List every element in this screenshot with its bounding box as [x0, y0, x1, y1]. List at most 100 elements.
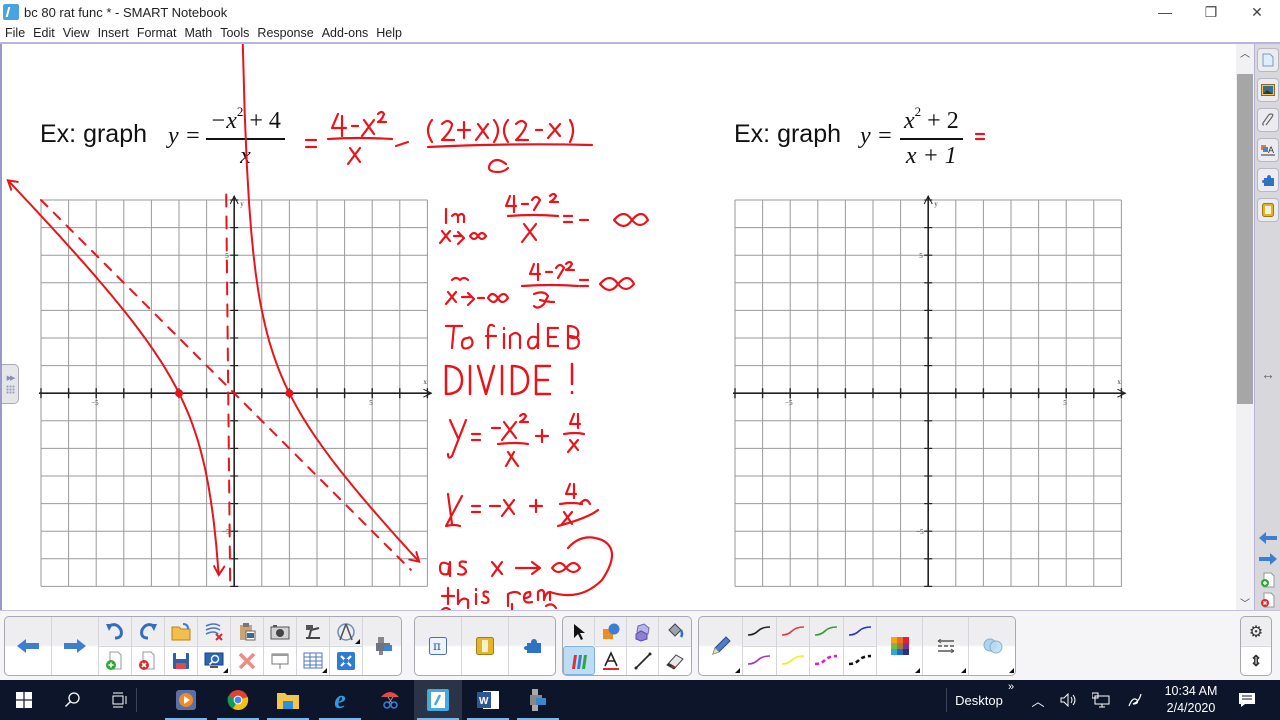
open-file-button[interactable] — [165, 617, 198, 646]
svg-text:π: π — [433, 639, 441, 653]
purple-pen-button[interactable] — [743, 646, 777, 675]
page-sorter-expand-tab[interactable]: ▶▶ — [2, 364, 19, 404]
scroll-down-arrow-icon[interactable]: ﹀ — [1236, 594, 1254, 610]
x-intercept-point — [175, 389, 183, 398]
taskbar-snipping-tool[interactable] — [366, 680, 414, 720]
menu-tools[interactable]: Tools — [217, 26, 254, 40]
desktop-toolbar[interactable]: Desktop — [950, 680, 1008, 720]
system-clock[interactable]: 10:34 AM 2/4/2020 — [1156, 683, 1226, 717]
settings-button[interactable]: ⚙ — [1241, 617, 1271, 646]
move-toolbar-button[interactable]: ⇕ — [1241, 646, 1271, 675]
taskbar-smart-notebook[interactable] — [414, 680, 462, 720]
black-dashed-pen-button[interactable] — [843, 646, 877, 675]
expand-arrows-icon: ▶▶ — [6, 375, 16, 382]
smart-response-button[interactable] — [330, 646, 363, 675]
properties-tab[interactable]: A — [1257, 138, 1279, 162]
color-palette-button[interactable] — [877, 617, 923, 675]
toolbar-overflow-button[interactable]: » — [1004, 680, 1018, 694]
menu-insert[interactable]: Insert — [95, 26, 134, 40]
pen-menu-button[interactable] — [1122, 680, 1148, 720]
save-button[interactable] — [165, 646, 198, 675]
minimize-button[interactable]: — — [1142, 0, 1188, 24]
vertical-scrollbar[interactable]: ︿ ﹀ — [1236, 44, 1254, 610]
task-view-icon — [112, 692, 127, 708]
add-page-button[interactable] — [99, 646, 132, 675]
menu-response[interactable]: Response — [254, 26, 318, 40]
ink-rewrite-step1 — [304, 110, 410, 166]
green-pen-stroke-icon — [815, 625, 838, 636]
eraser-tool-button[interactable] — [659, 646, 691, 675]
previous-page-arrow-icon[interactable] — [1257, 528, 1279, 548]
transparency-button[interactable] — [969, 617, 1016, 675]
table-button[interactable] — [297, 646, 330, 675]
menu-help[interactable]: Help — [373, 26, 407, 40]
screen-capture-button[interactable] — [264, 617, 297, 646]
taskbar-word[interactable]: W — [464, 680, 512, 720]
notebook-page-canvas[interactable]: Ex: graph y = −x2 + 4 x Ex: graph y = x2… — [0, 44, 1236, 610]
delete-page-icon[interactable] — [1257, 590, 1279, 610]
redo-button[interactable] — [132, 617, 165, 646]
shapes-tool-button[interactable] — [595, 617, 627, 646]
video-camera-button[interactable] — [365, 617, 402, 675]
gallery-tab[interactable] — [1257, 78, 1279, 102]
taskbar-document-camera[interactable] — [514, 680, 562, 720]
fill-tool-button[interactable] — [659, 617, 691, 646]
add-ons-button[interactable] — [509, 617, 556, 675]
resize-sidebar-icon[interactable]: ↔ — [1257, 364, 1279, 384]
previous-page-button[interactable] — [5, 617, 52, 675]
add-page-icon[interactable] — [1257, 570, 1279, 590]
menu-format[interactable]: Format — [134, 26, 182, 40]
next-page-arrow-icon[interactable] — [1257, 549, 1279, 569]
math-tools-button[interactable]: π — [415, 617, 462, 675]
paste-button[interactable] — [231, 617, 264, 646]
page-sorter-tab[interactable] — [1257, 48, 1279, 72]
restore-button[interactable]: ❐ — [1188, 0, 1234, 24]
response-button[interactable] — [462, 617, 509, 675]
yellow-pen-button[interactable] — [776, 646, 810, 675]
response-tab[interactable] — [1257, 198, 1279, 222]
line-style-button[interactable] — [923, 617, 969, 675]
green-pen-button[interactable] — [810, 617, 844, 646]
undo-button[interactable] — [99, 617, 132, 646]
show-hidden-icons-button[interactable]: ︿ — [1026, 680, 1050, 720]
windows-taskbar: e W Desktop » ︿ 10:34 AM 2/4/2020 — [0, 680, 1280, 720]
action-center-button[interactable] — [1232, 680, 1262, 720]
menu-file[interactable]: File — [2, 26, 30, 40]
document-camera-button[interactable] — [297, 617, 330, 646]
document-camera-icon — [306, 624, 320, 639]
scrollbar-thumb[interactable] — [1237, 74, 1253, 404]
taskbar-file-explorer[interactable] — [264, 680, 312, 720]
close-button[interactable]: ✕ — [1234, 0, 1280, 24]
taskbar-media-player[interactable] — [162, 680, 210, 720]
magenta-dashed-pen-button[interactable] — [810, 646, 844, 675]
text-tool-button[interactable] — [595, 646, 627, 675]
pen-button[interactable] — [699, 617, 743, 675]
volume-button[interactable] — [1056, 680, 1082, 720]
black-pen-button[interactable] — [743, 617, 777, 646]
delete-page-button[interactable] — [132, 646, 165, 675]
pens-tool-button[interactable] — [563, 646, 595, 675]
menu-view[interactable]: View — [60, 26, 95, 40]
blue-pen-button[interactable] — [844, 617, 877, 646]
select-tool-button[interactable] — [563, 617, 595, 646]
measurement-tools-button[interactable] — [330, 617, 363, 646]
menu-edit[interactable]: Edit — [30, 26, 60, 40]
network-button[interactable] — [1088, 680, 1114, 720]
red-pen-button[interactable] — [777, 617, 810, 646]
clear-ink-button[interactable] — [198, 617, 231, 646]
taskbar-chrome[interactable] — [214, 680, 262, 720]
regular-polygons-tool-button[interactable] — [627, 617, 659, 646]
full-screen-button[interactable] — [264, 646, 297, 675]
start-button[interactable] — [0, 680, 48, 720]
menu-add-ons[interactable]: Add-ons — [319, 26, 374, 40]
add-ons-tab[interactable] — [1257, 168, 1279, 192]
attachments-tab[interactable] — [1257, 108, 1279, 132]
search-button[interactable] — [48, 680, 96, 720]
next-page-button[interactable] — [52, 617, 99, 675]
scroll-up-arrow-icon[interactable]: ︿ — [1236, 44, 1254, 60]
delete-button[interactable] — [231, 646, 264, 675]
lines-tool-button[interactable] — [627, 646, 659, 675]
menu-math[interactable]: Math — [181, 26, 217, 40]
screen-shade-button[interactable] — [198, 646, 231, 675]
taskbar-internet-explorer[interactable]: e — [316, 680, 364, 720]
